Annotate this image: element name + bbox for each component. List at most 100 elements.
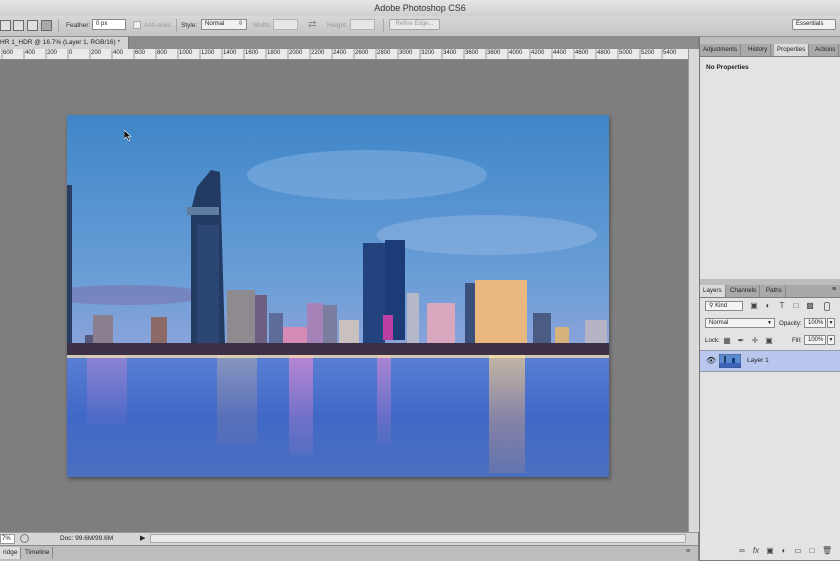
ruler-label: 3800 bbox=[487, 50, 501, 56]
document-tab[interactable]: HR 1_HDR @ 16.7% (Layer 1, RGB/16) * bbox=[0, 37, 129, 49]
adjustment-filter-icon[interactable]: ◐ bbox=[764, 302, 772, 310]
add-mask-icon[interactable]: ▣ bbox=[766, 547, 774, 555]
feather-label: Feather: bbox=[66, 22, 91, 29]
divider bbox=[383, 19, 384, 32]
light-reflection bbox=[377, 355, 391, 445]
smart-object-filter-icon[interactable]: ▩ bbox=[806, 302, 814, 310]
tab-timeline[interactable]: Timeline bbox=[22, 547, 54, 559]
ruler-label: 200 bbox=[47, 50, 58, 56]
options-bar: Feather: 0 px Anti-alias Style: Normal ⇳… bbox=[0, 16, 840, 37]
new-group-icon[interactable]: ▭ bbox=[794, 547, 802, 555]
info-icon[interactable] bbox=[20, 534, 29, 543]
width-input[interactable] bbox=[273, 19, 298, 30]
lock-transparency-icon[interactable]: ▦ bbox=[723, 337, 731, 345]
lock-icon[interactable]: ▣ bbox=[765, 337, 773, 345]
light-reflection bbox=[217, 355, 257, 445]
ruler-label: 4800 bbox=[597, 50, 611, 56]
workspace-select[interactable]: Essentials bbox=[792, 19, 836, 30]
fill-label: Fill: bbox=[792, 337, 802, 344]
ruler-label: 2600 bbox=[355, 50, 369, 56]
divider bbox=[176, 19, 177, 32]
lock-brush-icon[interactable]: ✒ bbox=[737, 337, 745, 345]
horizontal-ruler: 600 400 200 0 200 400 600 800 1000 1200 1400 1600 18… bbox=[0, 49, 688, 60]
light-reflection bbox=[289, 355, 313, 455]
ruler-label: 0 bbox=[69, 50, 73, 56]
tab-layers[interactable]: Layers bbox=[700, 285, 726, 297]
adjustment-layer-icon[interactable]: ◐ bbox=[780, 547, 788, 555]
refine-edge-button[interactable]: Refine Edge... bbox=[389, 19, 440, 30]
ruler-label: 4400 bbox=[553, 50, 567, 56]
fx-icon[interactable]: fx bbox=[752, 547, 760, 555]
ruler-label: 1200 bbox=[201, 50, 215, 56]
opacity-input[interactable]: 100% bbox=[804, 318, 826, 328]
intersect-selection-icon[interactable] bbox=[41, 20, 52, 31]
visibility-eye-icon[interactable]: 👁 bbox=[706, 356, 716, 365]
ruler-label: 4000 bbox=[509, 50, 523, 56]
tab-actions[interactable]: Actions bbox=[812, 44, 840, 56]
chevron-down-icon[interactable]: ▼ bbox=[827, 335, 835, 345]
new-layer-icon[interactable]: □ bbox=[808, 547, 816, 555]
light-reflection bbox=[489, 355, 525, 473]
zoom-input[interactable]: 7% bbox=[0, 534, 15, 544]
tab-channels[interactable]: Channels bbox=[727, 285, 761, 297]
fill-input[interactable]: 100% bbox=[804, 335, 826, 345]
layer-filter-select[interactable]: ⚲ Kind bbox=[705, 301, 743, 311]
tab-mini-bridge[interactable]: ridge bbox=[0, 547, 22, 559]
anti-alias-checkbox[interactable] bbox=[133, 21, 141, 29]
layers-panel-tabs: Layers Channels Paths ≡ bbox=[700, 285, 840, 298]
ruler-label: 1400 bbox=[223, 50, 237, 56]
height-label: Height: bbox=[327, 22, 348, 29]
properties-panel: No Properties bbox=[700, 57, 840, 279]
height-input[interactable] bbox=[350, 19, 375, 30]
river-water bbox=[67, 355, 609, 477]
title-bar: Adobe Photoshop CS6 bbox=[0, 0, 840, 17]
panel-menu-icon[interactable]: ≡ bbox=[832, 286, 836, 293]
ruler-label: 400 bbox=[25, 50, 36, 56]
filter-toggle[interactable] bbox=[824, 302, 830, 311]
image-filter-icon[interactable]: ▣ bbox=[750, 302, 758, 310]
add-selection-icon[interactable] bbox=[13, 20, 24, 31]
style-select[interactable]: Normal ⇳ bbox=[201, 19, 247, 30]
vertical-scrollbar[interactable] bbox=[688, 49, 699, 532]
status-bar: 7% Doc: 99.6M/99.6M ▶ bbox=[0, 532, 698, 545]
subtract-selection-icon[interactable] bbox=[27, 20, 38, 31]
tab-adjustments[interactable]: Adjustments bbox=[700, 44, 742, 56]
layer-name[interactable]: Layer 1 bbox=[747, 357, 769, 364]
horizontal-scrollbar[interactable] bbox=[150, 534, 686, 543]
layers-panel: ⚲ Kind ▣ ◐ T □ ▩ Normal ▼ Opacity: 100% … bbox=[700, 298, 840, 560]
tab-history[interactable]: History bbox=[745, 44, 772, 56]
shore-lights bbox=[67, 355, 609, 358]
blend-mode-select[interactable]: Normal ▼ bbox=[705, 318, 775, 328]
lock-move-icon[interactable]: ✛ bbox=[751, 337, 759, 345]
panel-menu-icon[interactable]: ≡ bbox=[686, 548, 690, 555]
tab-properties[interactable]: Properties bbox=[774, 44, 810, 56]
app-title: Adobe Photoshop CS6 bbox=[374, 3, 466, 13]
new-selection-icon[interactable] bbox=[0, 20, 11, 31]
ruler-label: 600 bbox=[135, 50, 146, 56]
bottom-panel-tabs: ridge Timeline ≡ bbox=[0, 545, 698, 561]
opacity-label: Opacity: bbox=[779, 320, 802, 327]
ruler-label: 2400 bbox=[333, 50, 347, 56]
shape-filter-icon[interactable]: □ bbox=[792, 302, 800, 310]
ruler-label: 3400 bbox=[443, 50, 457, 56]
trash-icon[interactable]: 🗑 bbox=[822, 547, 832, 555]
ruler-label: 3600 bbox=[465, 50, 479, 56]
feather-input[interactable]: 0 px bbox=[92, 19, 126, 30]
type-filter-icon[interactable]: T bbox=[778, 302, 786, 310]
document-image[interactable] bbox=[67, 115, 609, 477]
ruler-label: 600 bbox=[3, 50, 14, 56]
divider bbox=[58, 19, 59, 32]
status-menu-arrow-icon[interactable]: ▶ bbox=[140, 534, 145, 542]
kind-value: Kind bbox=[715, 303, 728, 309]
ruler-label: 4200 bbox=[531, 50, 545, 56]
cloud bbox=[377, 215, 597, 255]
link-layers-icon[interactable]: ∞ bbox=[738, 547, 746, 555]
style-label: Style: bbox=[181, 22, 198, 29]
doc-size-info: Doc: 99.6M/99.6M bbox=[60, 535, 114, 542]
tab-paths[interactable]: Paths bbox=[763, 285, 786, 297]
chevron-down-icon: ▼ bbox=[767, 320, 772, 326]
swap-icon[interactable]: ⇄ bbox=[308, 19, 316, 30]
properties-panel-tabs: Adjustments History Properties Actions bbox=[700, 44, 840, 57]
layer-row[interactable]: 👁 Layer 1 bbox=[700, 350, 840, 372]
chevron-down-icon[interactable]: ▼ bbox=[827, 318, 835, 328]
